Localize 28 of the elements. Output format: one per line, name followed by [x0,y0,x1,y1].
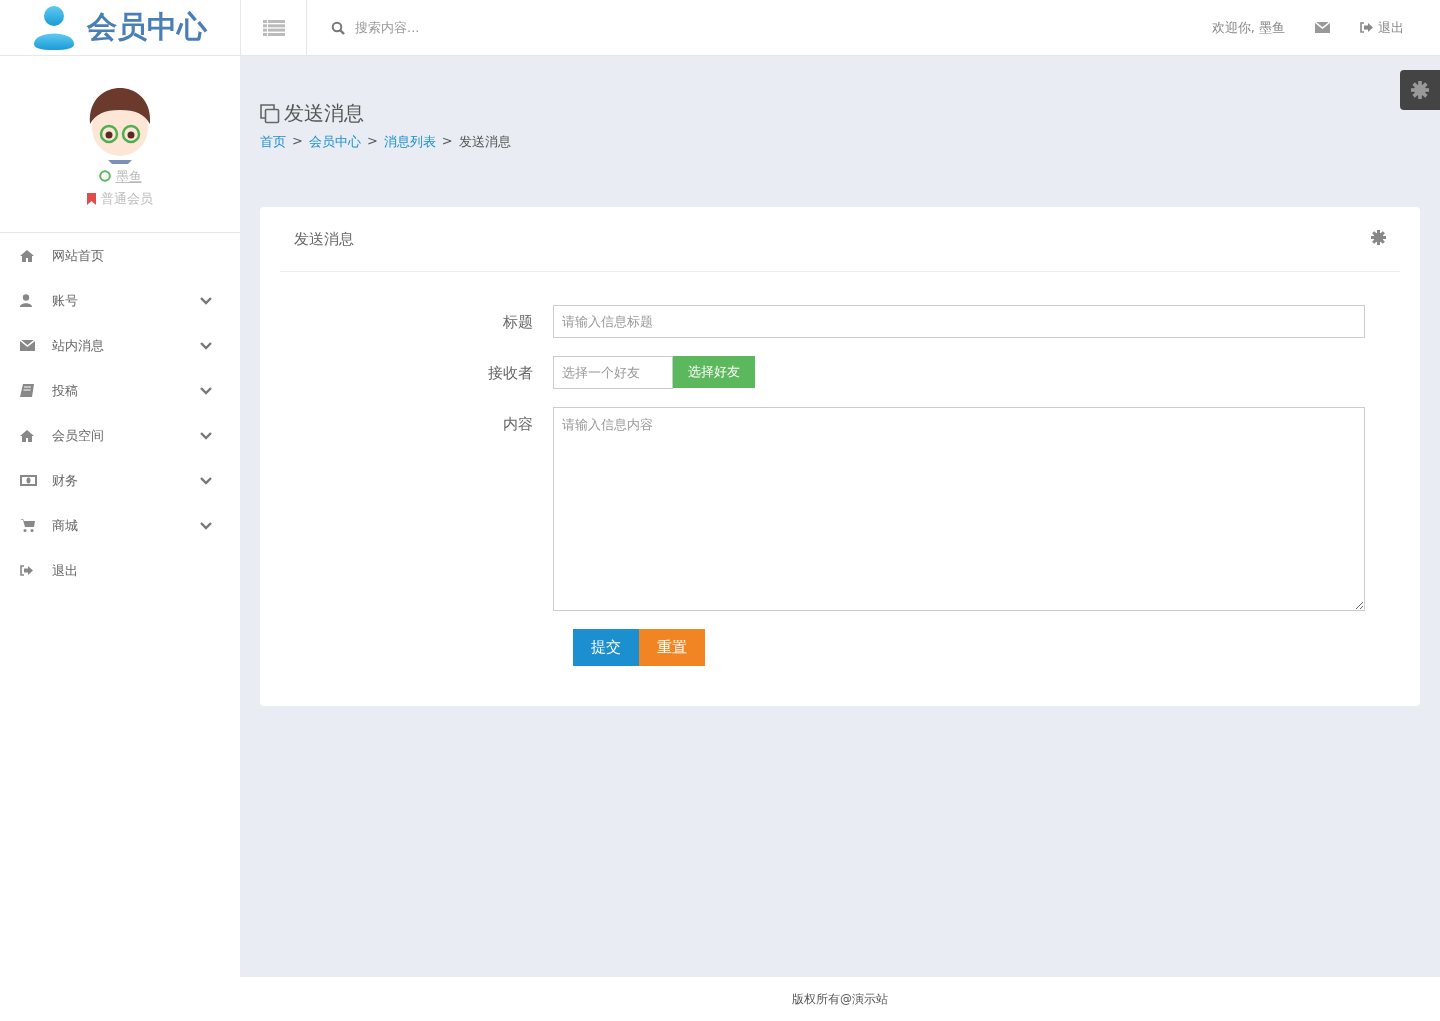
sidebar-menu-item[interactable]: 会员空间 [0,413,240,458]
sidebar-menu-item[interactable]: 商城 [0,503,240,548]
copyright-text: 版权所有@演示站 [240,977,1440,1021]
breadcrumb-separator: > [366,133,378,150]
sidebar-menu-item[interactable]: 站内消息 [0,323,240,368]
sidebar-menu-item[interactable]: 财务 [0,458,240,503]
member-level-text: 普通会员 [101,190,153,208]
site-logo-text: 会员中心 [87,8,207,46]
breadcrumb-link[interactable]: 消息列表 [383,133,436,151]
breadcrumb-link[interactable]: 首页 [260,133,286,151]
sidebar-menu-item[interactable]: 退出 [0,548,240,593]
breadcrumb-current: 发送消息 [458,133,511,151]
title-input-field[interactable]: 请输入信息标题 [553,305,1365,338]
field-label: 接收者 [487,363,534,384]
breadcrumb-separator: > [292,133,303,150]
welcome-text: 欢迎你, 墨鱼 [1211,18,1285,37]
submit-button[interactable]: 提交 [573,629,639,666]
sidebar-menu-item[interactable]: 投稿 [0,368,240,413]
sidebar-menu-item[interactable]: 网站首页 [0,233,240,278]
content-text-area[interactable]: 请输入信息内容 [553,407,1365,611]
page-title: 发送消息 [284,100,364,127]
field-label: 标题 [502,312,534,333]
breadcrumb-separator: > [441,133,453,150]
sidebar-menu-item[interactable]: 账号 [0,278,240,323]
card-title: 发送消息 [294,229,354,249]
field-label: 内容 [502,414,534,435]
logout-link[interactable]: 退出 [1360,18,1404,37]
breadcrumb-link[interactable]: 会员中心 [308,133,361,151]
